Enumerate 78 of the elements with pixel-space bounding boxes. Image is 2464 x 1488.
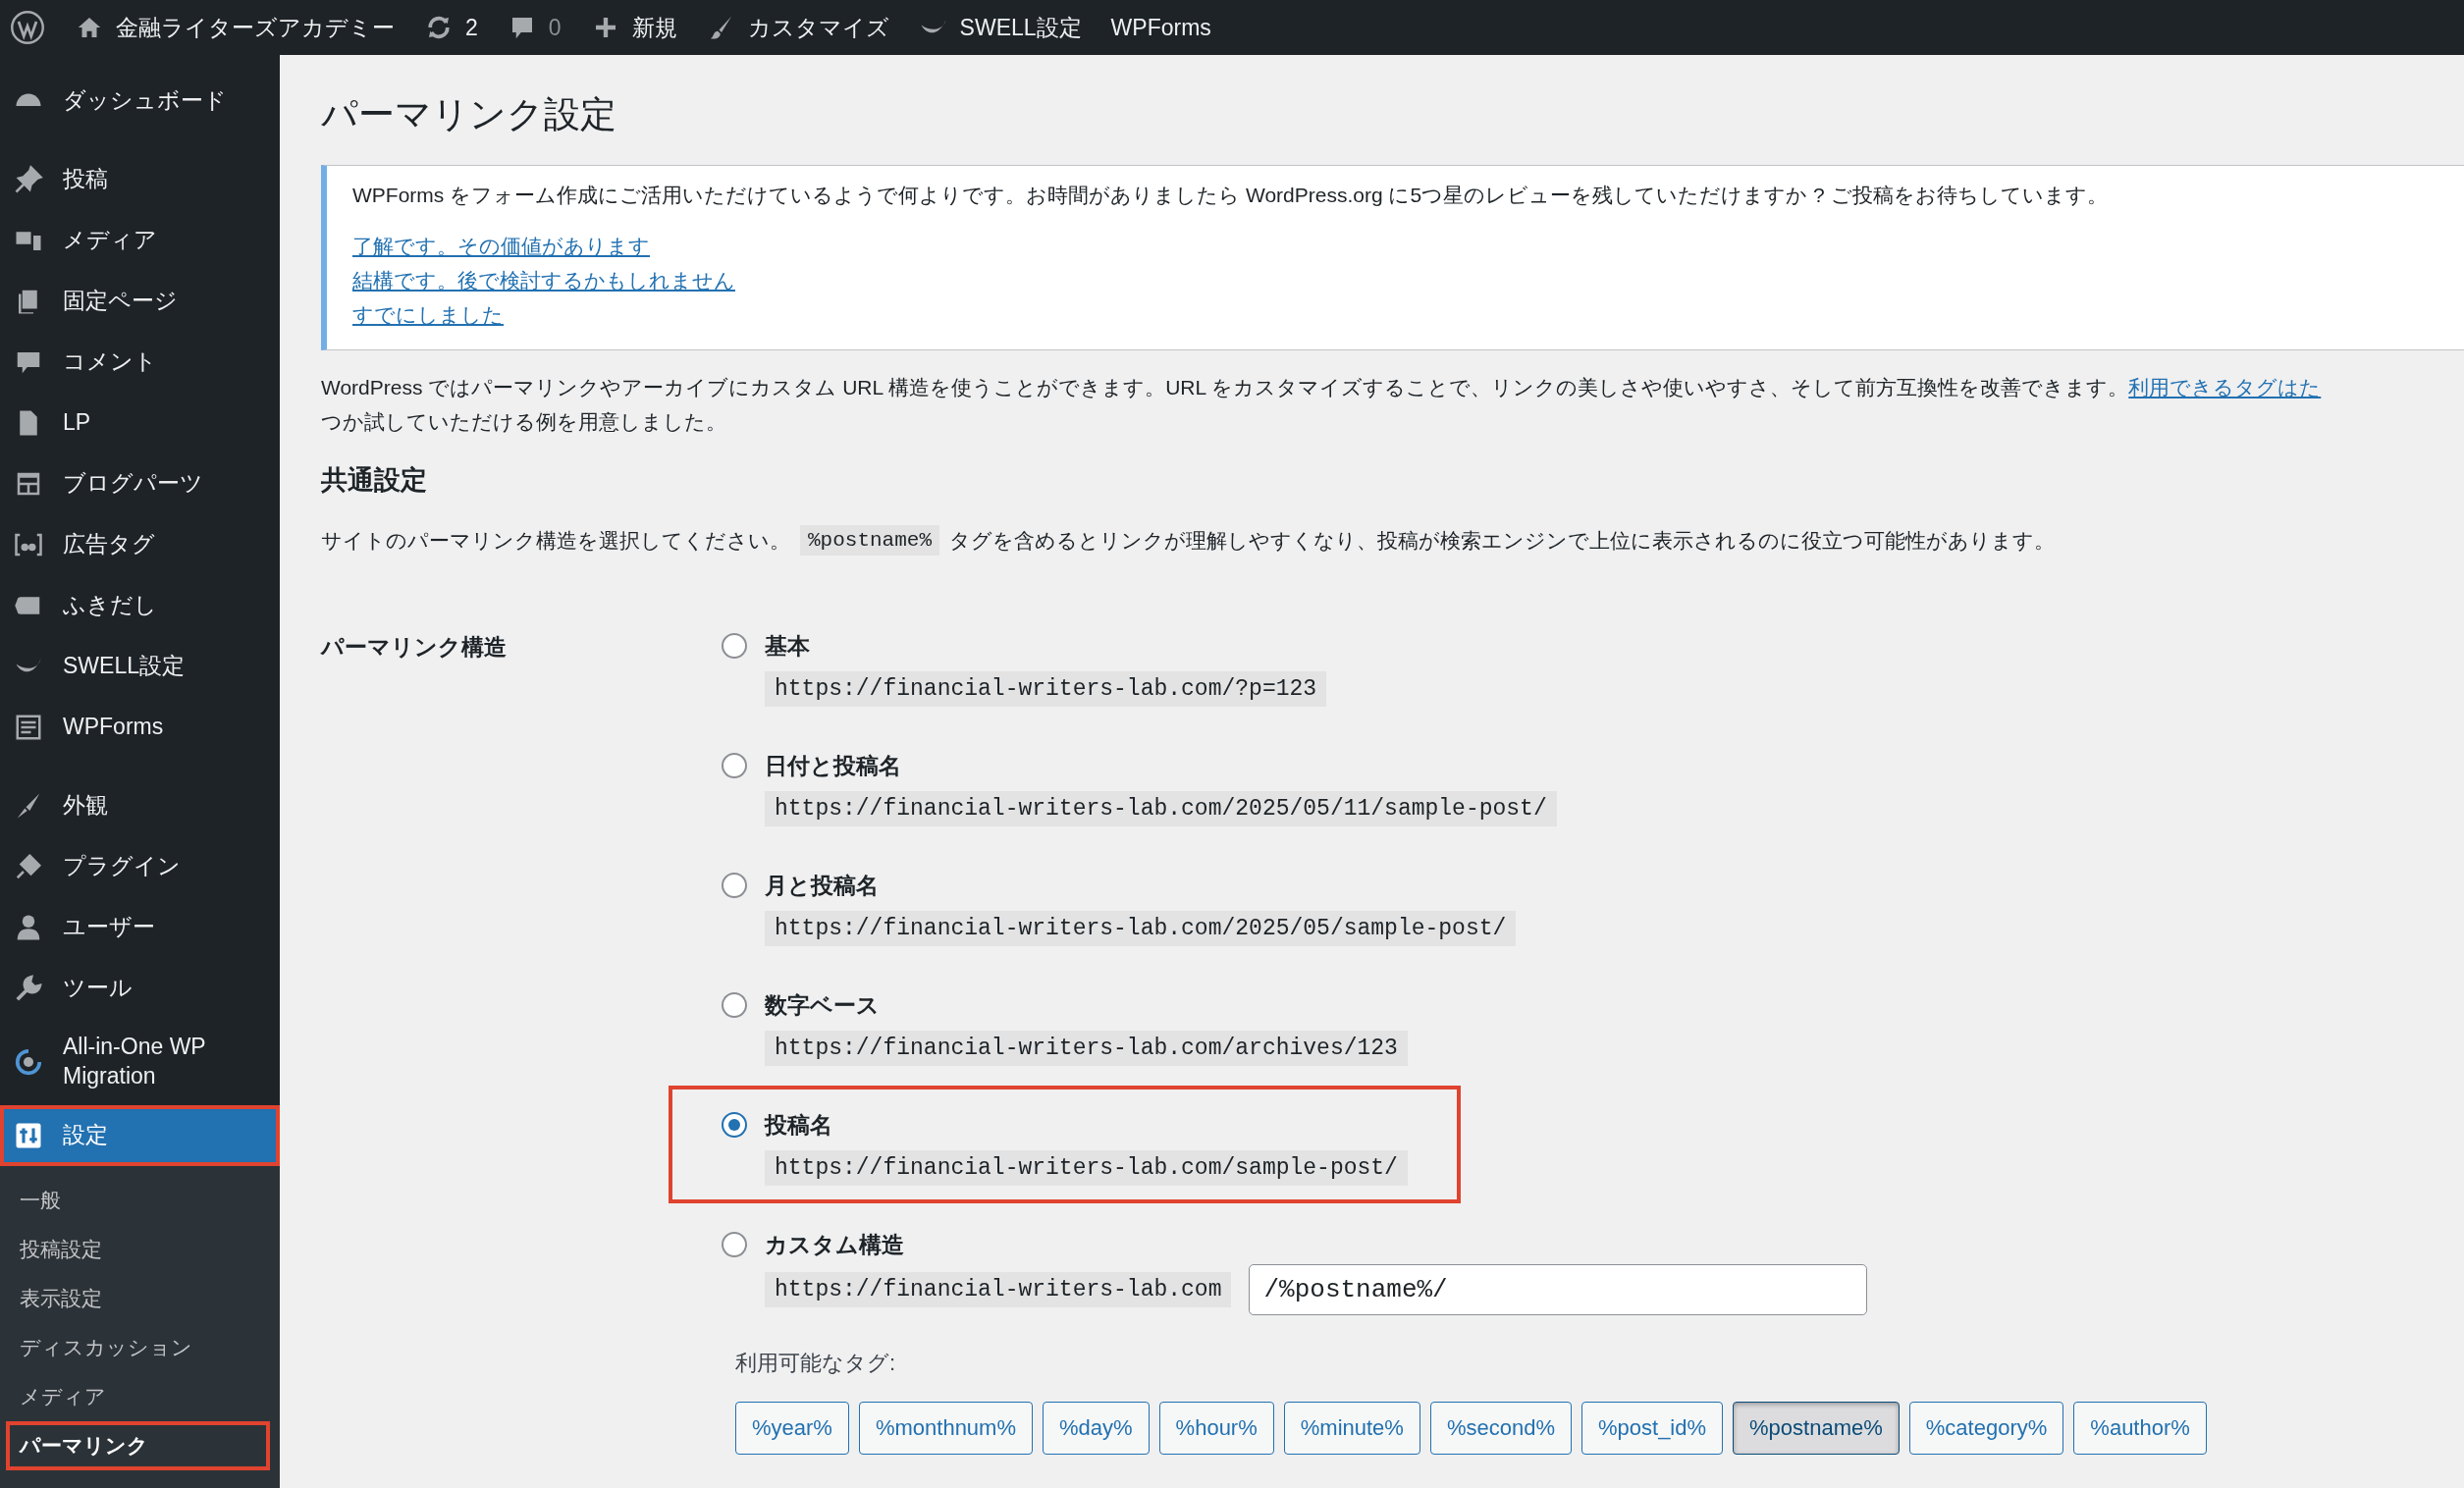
swell-settings-link[interactable]: SWELL設定 bbox=[918, 12, 1082, 43]
url-example: https://financial-writers-lab.com/2025/05/sample-post/ bbox=[765, 911, 1517, 946]
url-example: https://financial-writers-lab.com/archives/123 bbox=[765, 1031, 1408, 1066]
option-label: 数字ベース bbox=[765, 990, 880, 1020]
option-label: 基本 bbox=[765, 631, 810, 661]
new-link[interactable]: 新規 bbox=[590, 12, 677, 43]
wrench-icon bbox=[14, 974, 43, 1003]
sidebar-item[interactable]: 外観 bbox=[0, 775, 280, 836]
radio-button[interactable] bbox=[722, 1112, 747, 1138]
structure-input[interactable]: /%postname%/ bbox=[1249, 1264, 1868, 1315]
sidebar-item[interactable]: SWELL設定 bbox=[0, 636, 280, 697]
sidebar-item[interactable]: ブログパーツ bbox=[0, 453, 280, 514]
submenu-item[interactable]: 投稿設定 bbox=[0, 1224, 280, 1274]
section-heading: 共通設定 bbox=[321, 464, 428, 497]
form-icon bbox=[14, 713, 43, 742]
notice-link[interactable]: 結構です。後で検討するかもしれません bbox=[352, 263, 735, 297]
section-text: タグを含めるとリンクが理解しやすくなり、投稿が検索エンジンで上位に表示されるのに役立つ可能性があります。 bbox=[949, 527, 2056, 554]
submenu-item[interactable]: メディア bbox=[0, 1371, 280, 1421]
tag-button[interactable]: %monthnum% bbox=[858, 1402, 1033, 1455]
tag-button[interactable]: %author% bbox=[2073, 1402, 2207, 1455]
notice-link[interactable]: 了解です。その価値があります bbox=[352, 229, 650, 263]
tags-label: 利用可能なタグ: bbox=[735, 1350, 896, 1377]
url-prefix: https://financial-writers-lab.com bbox=[765, 1272, 1232, 1307]
submenu-item[interactable]: ディスカッション bbox=[0, 1322, 280, 1372]
tag-button[interactable]: %post_id% bbox=[1581, 1402, 1724, 1455]
radio-button[interactable] bbox=[722, 992, 747, 1018]
notice-message: WPForms をフォーム作成にご活用いただけているようで何よりです。お時間がありましたら WordPress.org に5つ星のレビューを残していただけますか ? ご投稿をお待ちしています。 bbox=[352, 183, 2108, 208]
plug-icon bbox=[14, 852, 43, 881]
tag-button[interactable]: %category% bbox=[1908, 1402, 2064, 1455]
url-example: https://financial-writers-lab.com/?p=123 bbox=[765, 671, 1327, 707]
sidebar-item[interactable]: 広告タグ bbox=[0, 514, 280, 575]
customize-link[interactable]: カスタマイズ bbox=[706, 12, 889, 43]
sidebar-item[interactable]: All-in-One WP Migration bbox=[0, 1019, 280, 1105]
sidebar-item[interactable]: 投稿 bbox=[0, 149, 280, 210]
sidebar-item[interactable]: LP bbox=[0, 393, 280, 453]
radio-button[interactable] bbox=[722, 753, 747, 778]
notice-link[interactable]: すでにしました bbox=[352, 297, 504, 332]
radio-button[interactable] bbox=[722, 633, 747, 659]
updates-link[interactable]: 2 bbox=[424, 13, 478, 42]
option-label: 投稿名 bbox=[765, 1110, 832, 1140]
option-label: カスタム構造 bbox=[765, 1230, 904, 1259]
tag-button[interactable]: %year% bbox=[735, 1402, 849, 1455]
page-title: パーマリンク設定 bbox=[321, 93, 617, 136]
option-label: 月と投稿名 bbox=[765, 871, 879, 900]
sidebar-item[interactable]: ユーザー bbox=[0, 897, 280, 958]
sidebar-item[interactable]: プラグイン bbox=[0, 836, 280, 897]
option-label: 日付と投稿名 bbox=[765, 751, 901, 780]
intro-paragraph: WordPress ではパーマリンクやアーカイブにカスタム URL 構造を使うことができます。URL をカスタマイズすることで、リンクの美しさや使いやすさ、そして前方互換性を改善できます。利用できるタグはた つか試していただける例を用意しました。 bbox=[321, 375, 2323, 435]
tag-button[interactable]: %minute% bbox=[1283, 1402, 1420, 1455]
site-name-link[interactable]: 金融ライターズアカデミー bbox=[75, 12, 395, 43]
wpforms-link[interactable]: WPForms bbox=[1110, 14, 1211, 41]
url-example: https://financial-writers-lab.com/sample-post/ bbox=[765, 1150, 1408, 1186]
submenu-item[interactable]: 表示設定 bbox=[0, 1273, 280, 1323]
code-tag: %postname% bbox=[800, 525, 940, 556]
wordpress-logo-icon[interactable] bbox=[10, 10, 45, 45]
radio-button[interactable] bbox=[722, 1232, 747, 1257]
sidebar-item[interactable]: WPForms bbox=[0, 697, 280, 758]
sidebar-item[interactable]: 固定ページ bbox=[0, 271, 280, 332]
tag-button[interactable]: %postname% bbox=[1733, 1402, 1900, 1455]
sidebar-item[interactable]: ダッシュボード bbox=[0, 71, 280, 132]
section-text: サイトのパーマリンク構造を選択してください。 bbox=[321, 527, 790, 554]
sidebar-item[interactable]: メディア bbox=[0, 210, 280, 271]
tag-button[interactable]: %day% bbox=[1043, 1402, 1150, 1455]
field-label: パーマリンク構造 bbox=[321, 633, 508, 662]
tags-link[interactable]: 利用できるタグはた bbox=[2128, 376, 2322, 399]
sidebar-item[interactable]: 設定 bbox=[0, 1104, 280, 1166]
submenu-item[interactable]: 一般 bbox=[0, 1175, 280, 1225]
sidebar-item[interactable]: コメント bbox=[0, 332, 280, 393]
url-example: https://financial-writers-lab.com/2025/05/11/sample-post/ bbox=[765, 791, 1557, 826]
radio-button[interactable] bbox=[722, 873, 747, 898]
cycle-icon bbox=[14, 1046, 43, 1077]
comments-link[interactable]: 0 bbox=[507, 13, 562, 42]
tag-button[interactable]: %hour% bbox=[1158, 1402, 1274, 1455]
tag-button[interactable]: %second% bbox=[1429, 1402, 1572, 1455]
submenu-item[interactable]: パーマリンク bbox=[6, 1420, 270, 1470]
pin-icon bbox=[14, 165, 43, 194]
sidebar-item[interactable]: ふきだし bbox=[0, 575, 280, 636]
sidebar-item[interactable]: ツール bbox=[0, 958, 280, 1019]
